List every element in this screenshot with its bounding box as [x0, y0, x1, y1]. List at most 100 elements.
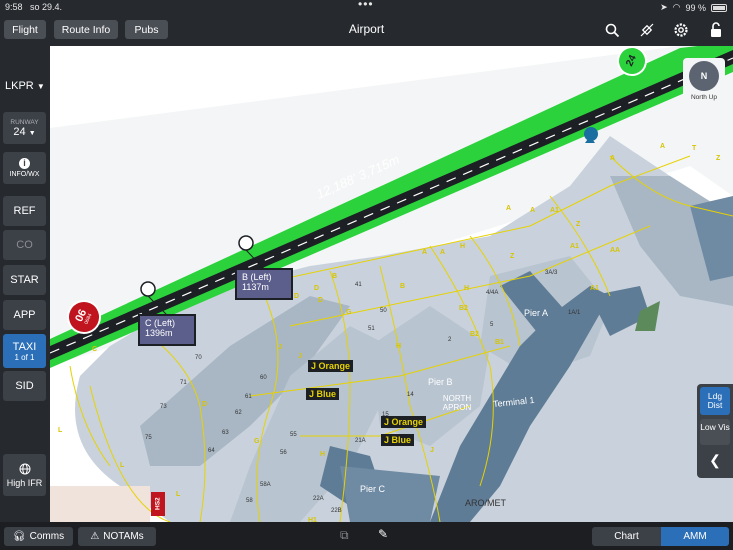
- comms-label: Comms: [29, 531, 65, 542]
- search-icon[interactable]: [602, 20, 622, 40]
- copy-icon[interactable]: ⧉: [340, 528, 349, 543]
- battery-percent: 99 %: [685, 2, 706, 13]
- comms-button[interactable]: 🎧︎ Comms: [4, 527, 73, 546]
- satellite-icon[interactable]: [637, 20, 657, 40]
- svg-text:3A/3: 3A/3: [545, 270, 558, 276]
- svg-text:A: A: [440, 249, 445, 256]
- svg-text:58A: 58A: [260, 482, 271, 488]
- svg-text:AA: AA: [610, 247, 620, 254]
- svg-text:22B: 22B: [331, 508, 342, 514]
- svg-text:70: 70: [195, 355, 202, 361]
- runway-value: 24: [13, 125, 26, 138]
- svg-text:T: T: [692, 145, 697, 152]
- north-apron-label: NORTH APRON: [442, 394, 472, 412]
- svg-text:1A/1: 1A/1: [568, 310, 581, 316]
- north-up-label: North Up: [690, 94, 717, 101]
- svg-text:50: 50: [380, 308, 387, 314]
- svg-text:Z: Z: [510, 253, 515, 260]
- svg-text:A: A: [660, 143, 665, 150]
- svg-text:B1: B1: [495, 339, 504, 346]
- taxi-label-j-blue-2: J Blue: [381, 434, 415, 446]
- pubs-button[interactable]: Pubs: [125, 20, 168, 39]
- svg-text:21A: 21A: [355, 438, 366, 444]
- svg-text:75: 75: [145, 435, 152, 441]
- svg-text:22A: 22A: [313, 496, 324, 502]
- intersection-c-distance: 1396m: [145, 328, 173, 338]
- svg-text:58: 58: [246, 498, 253, 504]
- low-vis-toggle[interactable]: Low Vis: [700, 419, 730, 445]
- high-ifr-label: High IFR: [6, 477, 43, 488]
- svg-text:Z: Z: [576, 221, 581, 228]
- svg-text:71: 71: [180, 380, 187, 386]
- taxi-label-j-orange-2: J Orange: [381, 416, 427, 428]
- wifi-icon: ◠: [672, 2, 681, 12]
- flight-button[interactable]: Flight: [4, 20, 46, 39]
- high-ifr-button[interactable]: High IFR: [3, 454, 46, 496]
- left-sidebar: LKPR ▼ RUNWAY 24 ▼ i INFO/WX REF CO STAR…: [0, 46, 50, 522]
- svg-text:63: 63: [222, 430, 229, 436]
- compass-n: N: [700, 71, 708, 81]
- notams-button[interactable]: ⚠ NOTAMs: [78, 527, 156, 546]
- ldg-dist-toggle[interactable]: Ldg Dist: [700, 387, 730, 415]
- pier-b-label: Pier B: [428, 377, 453, 387]
- taxi-button[interactable]: TAXI 1 of 1: [3, 334, 46, 368]
- svg-text:B: B: [400, 283, 405, 290]
- airport-map[interactable]: 70 71 73 75 60 61 62 63 64 51 50 55 56 5…: [50, 46, 733, 522]
- svg-text:Z: Z: [716, 155, 721, 162]
- svg-text:55: 55: [290, 432, 297, 438]
- svg-text:56: 56: [280, 450, 287, 456]
- pencil-icon[interactable]: ✎: [378, 527, 388, 541]
- taxi-label-j-blue-1: J Blue: [306, 388, 340, 400]
- intersection-c-label: C (Left): [145, 318, 176, 328]
- amm-tab[interactable]: AMM: [661, 527, 729, 546]
- pier-c-label: Pier C: [360, 484, 386, 494]
- svg-text:D: D: [314, 285, 319, 292]
- pier-a-label: Pier A: [524, 308, 549, 318]
- svg-text:A: A: [422, 249, 427, 256]
- svg-text:A: A: [506, 205, 511, 212]
- status-time: 9:58: [5, 2, 23, 12]
- sid-button[interactable]: SID: [3, 371, 46, 401]
- app-button[interactable]: APP: [3, 300, 46, 330]
- warning-icon: ⚠: [90, 531, 100, 542]
- svg-text:A: A: [530, 207, 535, 214]
- intersection-b-distance: 1137m: [242, 282, 269, 292]
- gear-icon[interactable]: [671, 20, 691, 40]
- svg-text:L: L: [176, 491, 181, 498]
- svg-text:J: J: [278, 344, 282, 351]
- svg-text:H: H: [396, 343, 401, 350]
- multitasking-dots-icon[interactable]: •••: [358, 0, 374, 11]
- runway-selector[interactable]: RUNWAY 24 ▼: [3, 112, 46, 144]
- status-bar: 9:58 so 29.4. ••• ➤ ◠ 99 %: [0, 0, 733, 14]
- info-wx-button[interactable]: i INFO/WX: [3, 152, 46, 184]
- svg-text:H: H: [460, 243, 465, 250]
- svg-text:D: D: [318, 297, 323, 304]
- svg-text:62: 62: [235, 410, 242, 416]
- svg-text:D: D: [294, 293, 299, 300]
- airport-selector[interactable]: LKPR ▼: [5, 80, 45, 92]
- chart-tab[interactable]: Chart: [592, 527, 661, 546]
- headset-icon: 🎧︎: [12, 531, 26, 542]
- north-up-control[interactable]: N North Up: [683, 58, 725, 110]
- ref-button[interactable]: REF: [3, 196, 46, 226]
- chevron-down-icon: ▼: [36, 82, 45, 91]
- lock-icon[interactable]: [706, 20, 726, 40]
- svg-text:A1: A1: [590, 285, 599, 292]
- svg-text:73: 73: [160, 404, 167, 410]
- star-button[interactable]: STAR: [3, 265, 46, 295]
- intersection-b-callout[interactable]: B (Left) 1137m: [235, 268, 293, 300]
- route-info-button[interactable]: Route Info: [54, 20, 118, 39]
- svg-text:B2: B2: [459, 305, 468, 312]
- svg-text:J: J: [298, 353, 302, 360]
- bottom-bar: 🎧︎ Comms ⚠ NOTAMs ⧉ ✎ Chart AMM: [0, 522, 733, 550]
- chevron-left-icon[interactable]: ❮: [700, 449, 730, 471]
- intersection-c-callout[interactable]: C (Left) 1396m: [138, 314, 196, 346]
- top-navigation: Flight Route Info Pubs Airport: [0, 14, 733, 46]
- svg-text:B: B: [332, 273, 337, 280]
- status-date: so 29.4.: [30, 2, 63, 12]
- taxi-page: 1 of 1: [14, 352, 35, 362]
- svg-text:C: C: [92, 346, 97, 353]
- info-icon: i: [19, 158, 30, 169]
- co-button[interactable]: CO: [3, 230, 46, 260]
- svg-text:D: D: [202, 401, 207, 408]
